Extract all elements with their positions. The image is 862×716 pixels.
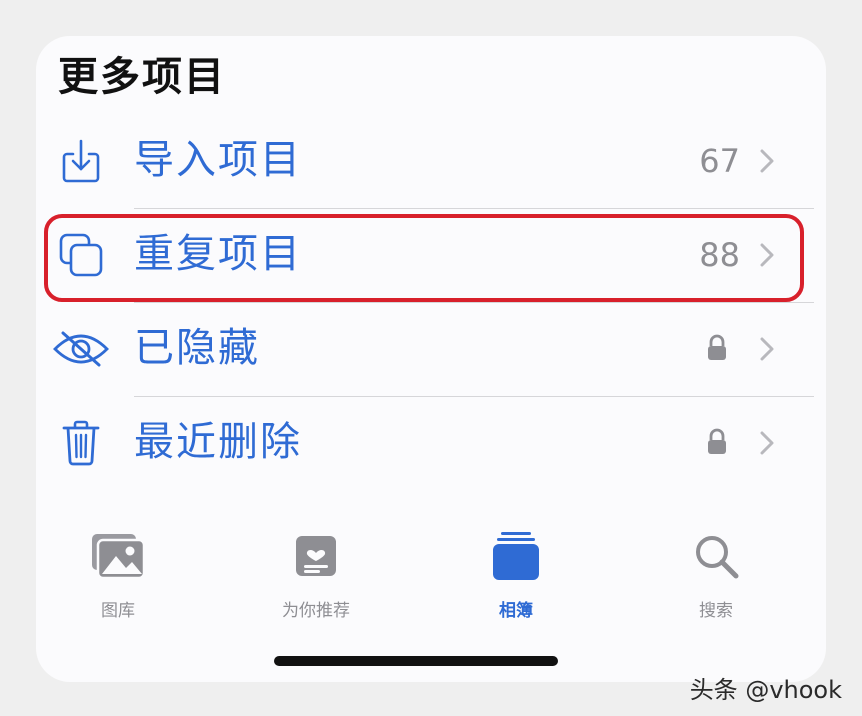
- photos-icon: [88, 526, 148, 586]
- row-hidden[interactable]: 已隐藏: [36, 302, 826, 396]
- albums-icon: [486, 526, 546, 586]
- search-icon: [686, 526, 746, 586]
- home-indicator: [274, 656, 558, 666]
- hidden-eye-icon: [50, 324, 112, 374]
- for-you-icon: [286, 526, 346, 586]
- tab-label: 相簿: [499, 601, 533, 621]
- chevron-right-icon: [758, 334, 776, 364]
- row-label: 已隐藏: [134, 325, 260, 371]
- row-recently-deleted[interactable]: 最近删除: [36, 396, 826, 490]
- row-label: 最近删除: [134, 419, 302, 465]
- tab-label: 为你推荐: [282, 601, 350, 621]
- watermark: 头条 @vhook: [689, 676, 842, 704]
- chevron-right-icon: [758, 146, 776, 176]
- section-title: 更多项目: [58, 54, 226, 100]
- row-count: 67: [699, 142, 740, 180]
- lock-icon: [706, 428, 734, 458]
- row-label: 导入项目: [134, 137, 302, 183]
- import-icon: [56, 136, 106, 186]
- lock-icon: [706, 334, 734, 364]
- highlight-box: [44, 214, 804, 302]
- trash-icon: [56, 418, 106, 468]
- tab-bar: 图库 为你推荐 相簿 搜索: [36, 526, 826, 636]
- tab-albums[interactable]: 相簿: [446, 526, 586, 626]
- tab-label: 搜索: [699, 601, 733, 621]
- more-items-panel: 更多项目 导入项目 67 重复项目 88 已隐藏 最近删除 图库 为你推荐 相簿…: [36, 36, 826, 682]
- row-imports[interactable]: 导入项目 67: [36, 114, 826, 208]
- tab-library[interactable]: 图库: [48, 526, 188, 626]
- tab-for-you[interactable]: 为你推荐: [246, 526, 386, 626]
- tab-label: 图库: [101, 601, 135, 621]
- chevron-right-icon: [758, 428, 776, 458]
- tab-search[interactable]: 搜索: [646, 526, 786, 626]
